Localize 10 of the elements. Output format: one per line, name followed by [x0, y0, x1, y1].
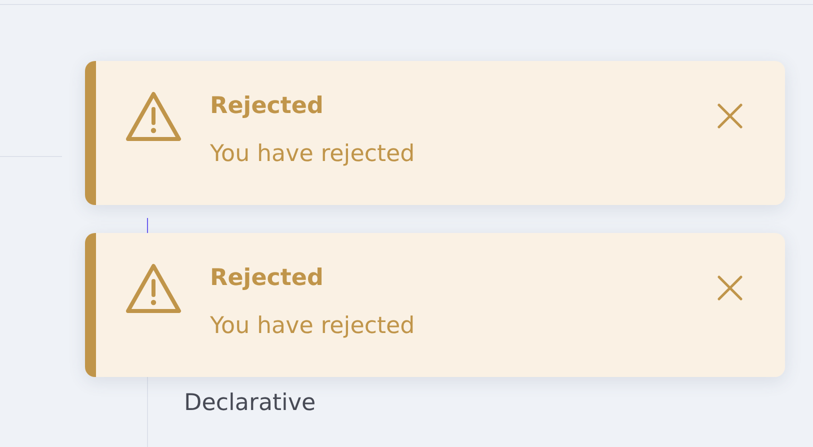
toast-message: You have rejected: [210, 312, 415, 341]
toast-title: Rejected: [210, 264, 324, 293]
toast-title: Rejected: [210, 92, 324, 121]
warning-icon: [125, 91, 182, 142]
toast-message: You have rejected: [210, 140, 415, 169]
active-indicator: [146, 218, 148, 233]
close-button[interactable]: [717, 275, 743, 301]
close-button[interactable]: [717, 103, 743, 129]
nav-link[interactable]: Declarative: [184, 378, 316, 429]
warning-icon: [125, 263, 182, 314]
